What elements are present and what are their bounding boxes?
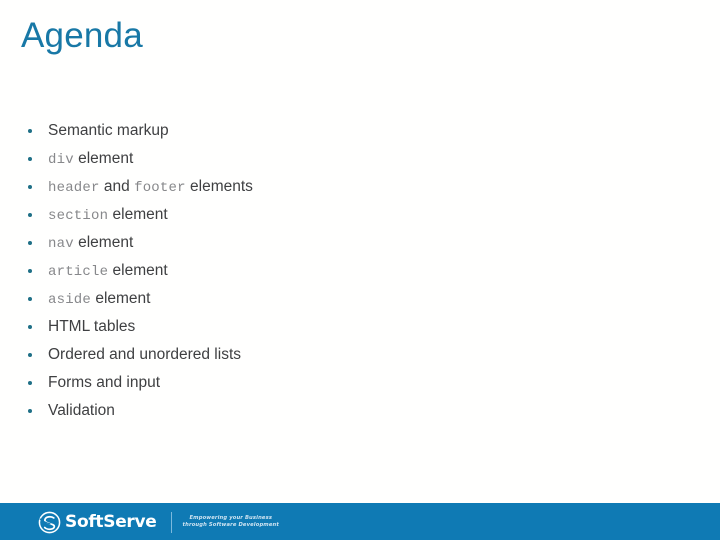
agenda-bullet-list: Semantic markup div element header and foo… [24,117,664,425]
list-item: Validation [24,397,664,425]
page-title: Agenda [21,16,143,55]
bullet-dot-icon [28,157,32,161]
list-item: HTML tables [24,313,664,341]
list-item-label: element [108,206,168,223]
list-item-label: Validation [48,402,115,419]
bullet-dot-icon [28,381,32,385]
bullet-dot-icon [28,325,32,329]
list-item-label: element [91,290,151,307]
list-item: Forms and input [24,369,664,397]
list-item: article element [24,257,664,285]
inline-code: article [48,264,109,280]
inline-code: footer [134,180,186,196]
bullet-dot-icon [28,297,32,301]
bullet-dot-icon [28,353,32,357]
inline-code: section [48,208,109,224]
bullet-dot-icon [28,213,32,217]
list-item-label: element [108,262,168,279]
list-item: nav element [24,229,664,257]
list-item: aside element [24,285,664,313]
softserve-logo: SoftServe Empowering your Business throu… [38,509,279,535]
list-item-label: Ordered and unordered lists [48,346,242,363]
list-item-label: elements [185,178,253,195]
list-item: Ordered and unordered lists [24,341,664,369]
tagline-line-2: through Software Development [182,522,280,528]
list-item: header and footer elements [24,173,664,201]
list-item-label: element [73,234,134,251]
bullet-dot-icon [28,241,32,245]
list-item-label: element [73,150,134,167]
list-item: section element [24,201,664,229]
logo-divider [170,511,172,533]
bullet-dot-icon [28,409,32,413]
inline-code: header [48,180,100,196]
presentation-slide: Agenda Semantic markup div element header … [0,0,720,540]
inline-code: aside [48,292,92,308]
softserve-s-logo-icon [38,511,61,533]
softserve-logo-text: SoftServe [65,511,157,532]
bullet-dot-icon [28,269,32,273]
tagline-line-1: Empowering your Business [189,515,273,521]
list-item-label: and [99,178,135,195]
softserve-tagline: Empowering your Business through Softwar… [183,515,280,529]
slide-footer-bar: SoftServe Empowering your Business throu… [0,503,720,540]
list-item-label: HTML tables [48,318,136,335]
list-item-label: Semantic markup [48,122,169,139]
list-item-label: Forms and input [48,374,160,391]
list-item: div element [24,145,664,173]
list-item: Semantic markup [24,117,664,145]
bullet-dot-icon [28,129,32,133]
inline-code: nav [48,236,74,252]
bullet-dot-icon [28,185,32,189]
inline-code: div [48,152,74,168]
